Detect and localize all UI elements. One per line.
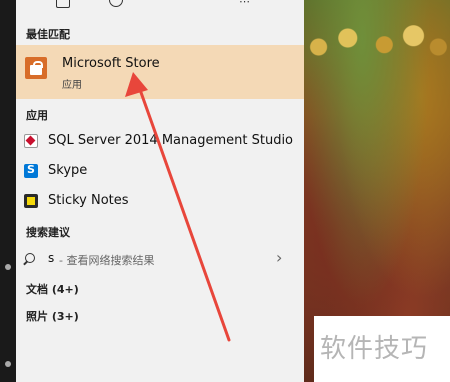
microsoft-store-icon: [25, 57, 47, 79]
watermark: 软件技巧: [314, 316, 450, 382]
app-item-label: Sticky Notes: [48, 193, 129, 208]
best-match-subtitle: 应用: [62, 80, 82, 91]
autumn-trees: [304, 20, 450, 65]
documents-filter-icon[interactable]: [56, 0, 70, 8]
app-item-label: Skype: [48, 163, 88, 178]
start-search-panel: ⋯ 最佳匹配 Microsoft Store 应用 应用 SQL Server …: [16, 0, 304, 382]
best-match-microsoft-store[interactable]: Microsoft Store 应用: [16, 45, 304, 99]
sticky-notes-icon: [24, 194, 38, 208]
category-photos[interactable]: 照片 (3+): [26, 308, 79, 324]
app-item-sql-server[interactable]: SQL Server 2014 Management Studio: [16, 129, 304, 153]
section-apps: 应用: [26, 109, 48, 122]
taskbar-strip: [0, 0, 16, 382]
section-best-match: 最佳匹配: [26, 28, 70, 41]
app-item-label: SQL Server 2014 Management Studio: [48, 133, 294, 148]
more-menu[interactable]: ⋯: [239, 0, 250, 8]
top-toolbar: ⋯: [16, 0, 304, 10]
suggestion-hint: - 查看网络搜索结果: [59, 254, 155, 267]
app-item-skype[interactable]: Skype: [16, 159, 304, 183]
web-search-suggestion[interactable]: s - 查看网络搜索结果 ›: [16, 247, 304, 271]
best-match-title: Microsoft Store: [62, 56, 160, 71]
sql-server-icon: [24, 134, 38, 148]
skype-icon: [24, 163, 38, 178]
web-filter-icon[interactable]: [109, 0, 123, 7]
app-item-sticky-notes[interactable]: Sticky Notes: [16, 189, 304, 213]
section-search-suggestions: 搜索建议: [26, 226, 70, 239]
taskbar-dot: [5, 264, 11, 270]
watermark-text: 软件技巧: [320, 334, 429, 364]
chevron-right-icon[interactable]: ›: [276, 248, 282, 267]
taskbar-dot: [5, 361, 11, 367]
suggestion-query: s: [48, 251, 55, 265]
category-documents[interactable]: 文档 (4+): [26, 281, 79, 297]
search-icon: [25, 253, 35, 263]
